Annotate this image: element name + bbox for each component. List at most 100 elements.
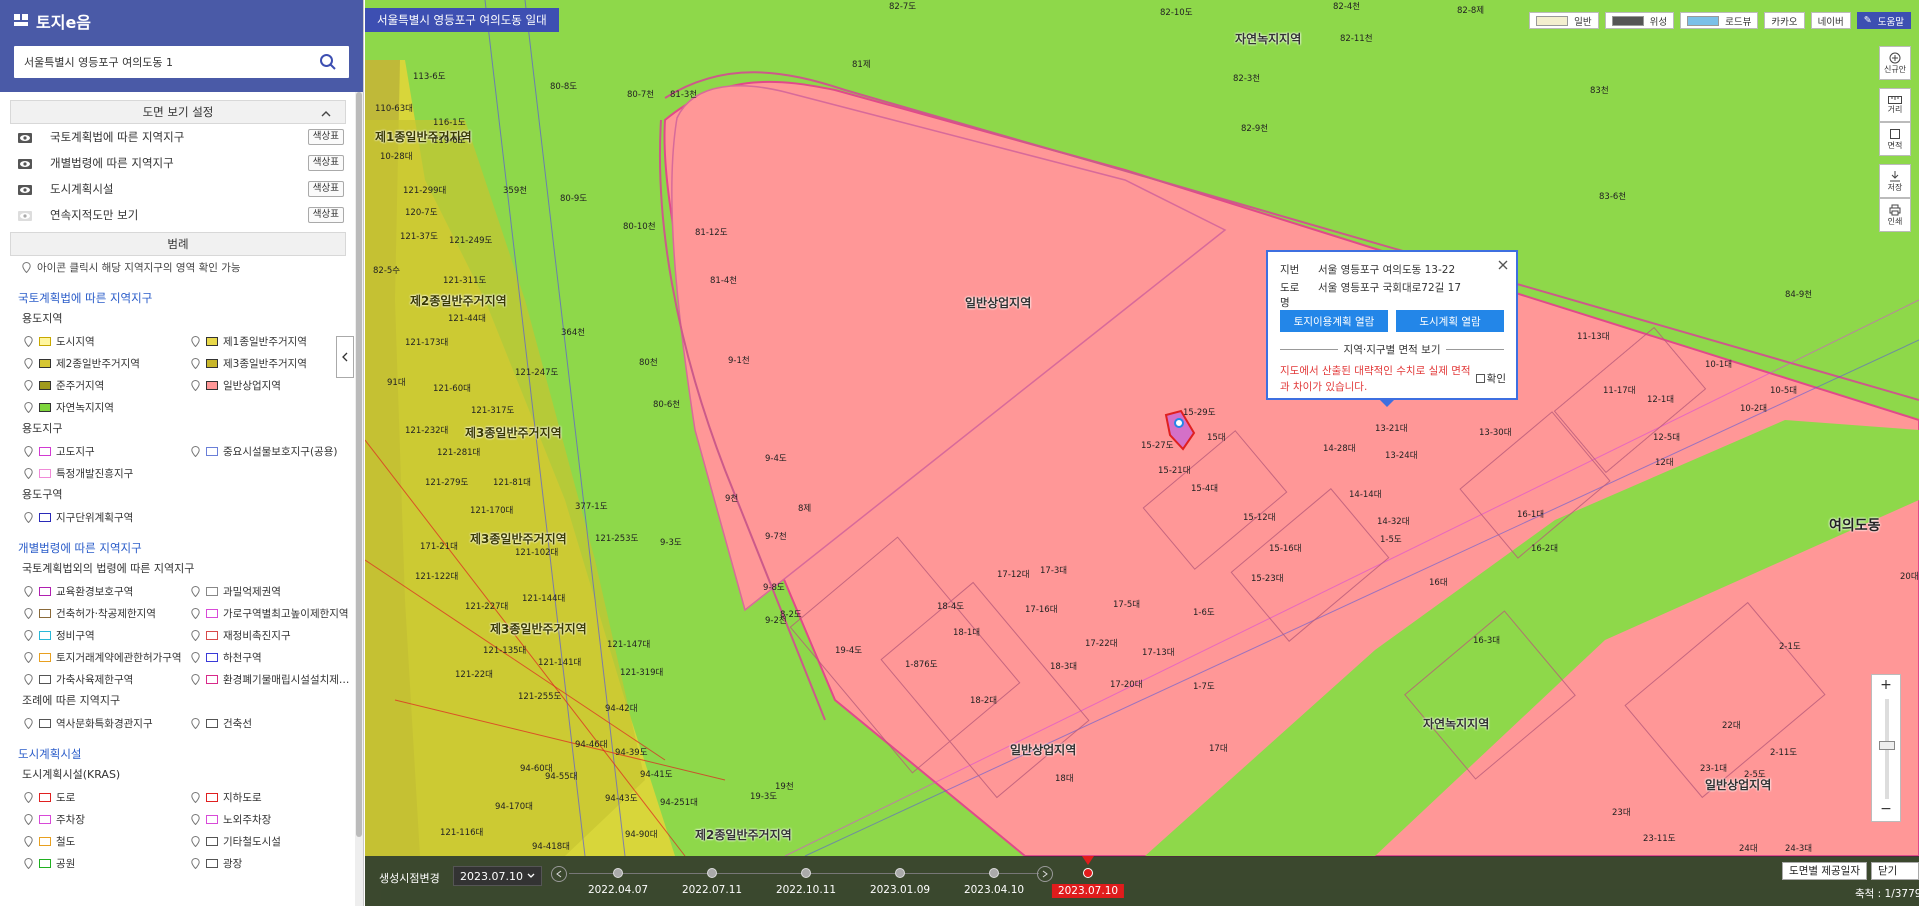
map-type-button[interactable]: 일반 bbox=[1529, 12, 1599, 29]
close-icon[interactable] bbox=[1497, 259, 1509, 271]
legend-item[interactable]: 일반상업지역 bbox=[191, 374, 356, 396]
timeline-date[interactable]: 2022.10.11 bbox=[776, 884, 836, 896]
pin-icon[interactable] bbox=[191, 813, 200, 825]
legend-item[interactable]: 고도지구 bbox=[24, 440, 191, 462]
legend-item[interactable]: 도시지역 bbox=[24, 330, 191, 352]
pin-icon[interactable] bbox=[24, 791, 33, 803]
legend-item[interactable]: 노외주차장 bbox=[191, 808, 356, 830]
legend-item[interactable]: 가축사육제한구역 bbox=[24, 668, 191, 690]
logo[interactable]: 토지e음 bbox=[14, 10, 349, 32]
sidebar-scrollbar[interactable] bbox=[355, 92, 363, 906]
legend-item[interactable]: 철도 bbox=[24, 830, 191, 852]
legend-item[interactable]: 정비구역 bbox=[24, 624, 191, 646]
legend-item[interactable]: 제1종일반주거지역 bbox=[191, 330, 356, 352]
help-button[interactable]: ✎ 도움말 bbox=[1856, 12, 1911, 29]
timeline-date[interactable]: 2023.04.10 bbox=[964, 884, 1024, 896]
pin-icon[interactable] bbox=[191, 857, 200, 869]
chevron-up-icon[interactable] bbox=[321, 107, 331, 121]
checkbox-icon[interactable] bbox=[1475, 374, 1485, 383]
print-button[interactable]: 인쇄 bbox=[1879, 198, 1911, 232]
land-use-plan-button[interactable]: 토지이용계획 열람 bbox=[1280, 310, 1388, 332]
pin-icon[interactable] bbox=[24, 379, 33, 391]
scrollbar-thumb[interactable] bbox=[356, 92, 362, 837]
eye-icon[interactable] bbox=[18, 132, 34, 143]
legend-item[interactable]: 재정비촉진지구 bbox=[191, 624, 356, 646]
pin-icon[interactable] bbox=[24, 673, 33, 685]
map-type-button[interactable]: 로드뷰 bbox=[1680, 12, 1759, 29]
timeline-point[interactable] bbox=[613, 868, 623, 878]
timeline-point[interactable] bbox=[989, 868, 999, 878]
save-button[interactable]: 저장 bbox=[1879, 164, 1911, 198]
pin-icon[interactable] bbox=[191, 379, 200, 391]
timeline-point[interactable] bbox=[707, 868, 717, 878]
color-table-button[interactable]: 색상표 bbox=[307, 207, 344, 223]
area-button[interactable]: 면적 bbox=[1879, 122, 1911, 156]
view-settings-header[interactable]: 도면 보기 설정 bbox=[10, 100, 346, 124]
legend-item[interactable]: 중요시설물보호지구(공용) bbox=[191, 440, 356, 462]
pin-icon[interactable] bbox=[191, 607, 200, 619]
city-plan-button[interactable]: 도시계획 열람 bbox=[1396, 310, 1504, 332]
legend-item[interactable]: 주차장 bbox=[24, 808, 191, 830]
timeline-date[interactable]: 2023.07.10 bbox=[1051, 884, 1125, 898]
eye-icon[interactable] bbox=[18, 210, 34, 221]
timeline-date[interactable]: 2022.04.07 bbox=[588, 884, 648, 896]
zoom-out-button[interactable]: − bbox=[1872, 799, 1900, 819]
color-table-button[interactable]: 색상표 bbox=[307, 129, 344, 145]
legend-item[interactable]: 광장 bbox=[191, 852, 356, 874]
pin-icon[interactable] bbox=[24, 813, 33, 825]
pin-icon[interactable] bbox=[24, 835, 33, 847]
pin-icon[interactable] bbox=[191, 791, 200, 803]
pin-icon[interactable] bbox=[24, 467, 33, 479]
eye-icon[interactable] bbox=[18, 184, 34, 195]
pin-icon[interactable] bbox=[191, 717, 200, 729]
confirm-checkbox[interactable]: 확인 bbox=[1475, 371, 1506, 386]
legend-item[interactable]: 지하도로 bbox=[191, 786, 356, 808]
legend-item[interactable]: 토지거래계약에관한허가구역 bbox=[24, 646, 191, 668]
legend-item[interactable]: 제2종일반주거지역 bbox=[24, 352, 191, 374]
legend-item[interactable]: 공원 bbox=[24, 852, 191, 874]
layer-row[interactable]: 국토계획법에 따른 지역지구 색상표 bbox=[10, 124, 346, 150]
pin-icon[interactable] bbox=[24, 445, 33, 457]
pin-icon[interactable] bbox=[24, 857, 33, 869]
provider-date-button[interactable]: 도면별 제공일자 bbox=[1782, 862, 1867, 880]
pin-icon[interactable] bbox=[191, 357, 200, 369]
map-type-button[interactable]: 카카오 bbox=[1764, 12, 1805, 29]
legend-item[interactable]: 특정개발진흥지구 bbox=[24, 462, 191, 484]
pin-icon[interactable] bbox=[24, 357, 33, 369]
timeline-date[interactable]: 2022.07.11 bbox=[682, 884, 742, 896]
legend-item[interactable]: 환경폐기물매립시설설치제한지역 bbox=[191, 668, 356, 690]
zoom-slider-handle[interactable] bbox=[1879, 741, 1895, 750]
legend-item[interactable]: 역사문화특화경관지구 bbox=[24, 712, 191, 734]
pin-icon[interactable] bbox=[24, 335, 33, 347]
legend-item[interactable]: 자연녹지지역 bbox=[24, 396, 191, 418]
timeline-point[interactable] bbox=[1083, 868, 1093, 878]
pin-icon[interactable] bbox=[24, 511, 33, 523]
search-input[interactable] bbox=[24, 55, 317, 69]
pin-icon[interactable] bbox=[191, 335, 200, 347]
legend-item[interactable]: 하천구역 bbox=[191, 646, 356, 668]
legend-item[interactable]: 제3종일반주거지역 bbox=[191, 352, 356, 374]
pin-icon[interactable] bbox=[191, 585, 200, 597]
color-table-button[interactable]: 색상표 bbox=[307, 155, 344, 171]
timeline-prev-button[interactable] bbox=[551, 866, 567, 882]
timeline-close-button[interactable]: 닫기 bbox=[1871, 862, 1919, 880]
legend-item[interactable]: 과밀억제권역 bbox=[191, 580, 356, 602]
pin-icon[interactable] bbox=[24, 717, 33, 729]
new-window-button[interactable]: 신규안 bbox=[1879, 46, 1911, 80]
legend-item[interactable]: 건축선 bbox=[191, 712, 356, 734]
collapse-sidebar-button[interactable] bbox=[336, 336, 354, 378]
legend-item[interactable]: 지구단위계획구역 bbox=[24, 506, 191, 528]
legend-item[interactable]: 가로구역별최고높이제한지역 bbox=[191, 602, 356, 624]
pin-icon[interactable] bbox=[24, 401, 33, 413]
pin-icon[interactable] bbox=[24, 629, 33, 641]
timeline-date[interactable]: 2023.01.09 bbox=[870, 884, 930, 896]
map-canvas[interactable]: 서울특별시 영등포구 여의도동 일대 일반상업지역 제1종일반주거지역 제2종일반주… bbox=[365, 0, 1919, 906]
pin-icon[interactable] bbox=[191, 835, 200, 847]
timeline-point[interactable] bbox=[801, 868, 811, 878]
layer-row[interactable]: 연속지적도만 보기 색상표 bbox=[10, 202, 346, 228]
pin-icon[interactable] bbox=[191, 629, 200, 641]
pin-icon[interactable] bbox=[24, 585, 33, 597]
layer-row[interactable]: 개별법령에 따른 지역지구 색상표 bbox=[10, 150, 346, 176]
pin-icon[interactable] bbox=[191, 651, 200, 663]
legend-item[interactable]: 건축허가·착공제한지역 bbox=[24, 602, 191, 624]
